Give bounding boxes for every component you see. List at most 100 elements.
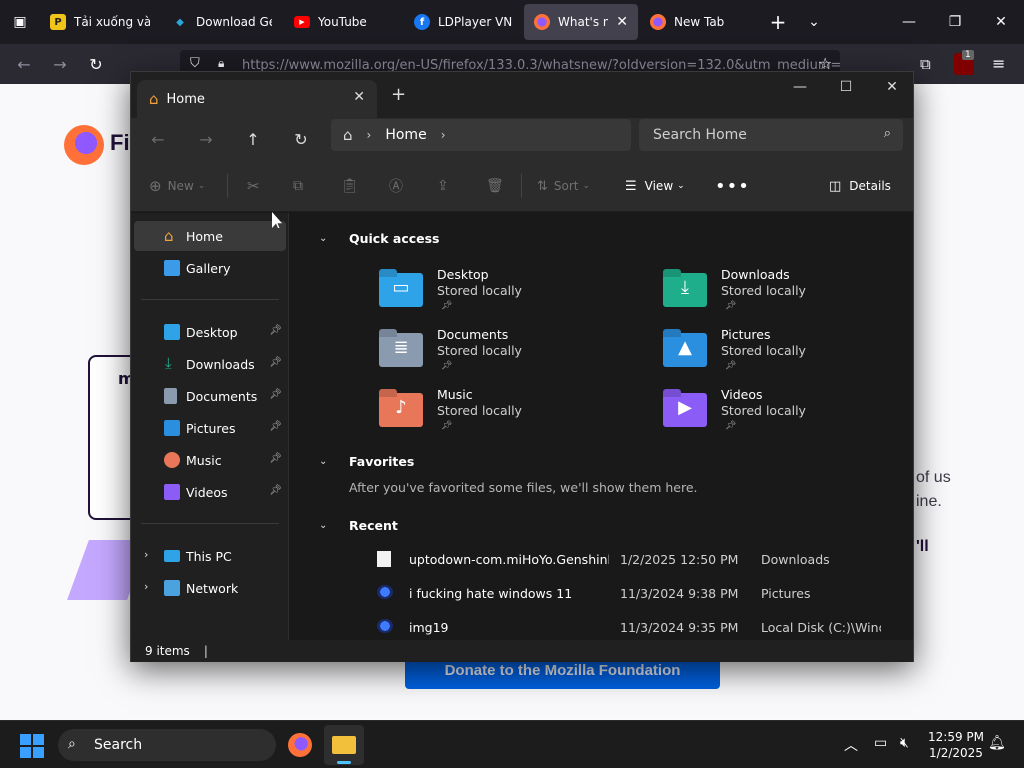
chevron-right-icon[interactable]: › — [441, 128, 446, 142]
close-tab-icon[interactable]: ✕ — [616, 14, 628, 30]
recent-row[interactable]: img19 11/3/2024 9:35 PM Local Disk (C:)\… — [377, 615, 897, 639]
quick-access-desktop[interactable]: ▭ Desktop Stored locally 📌︎ — [379, 267, 639, 323]
chevron-down-icon: ⌄ — [197, 181, 206, 191]
share-icon[interactable]: ⇪ — [437, 174, 449, 198]
taskbar-search[interactable]: ⌕ Search — [58, 729, 276, 761]
nav-item-this-pc[interactable]: › This PC — [134, 541, 286, 571]
copy-icon[interactable]: ⧉ — [293, 174, 303, 198]
minimize-window-button[interactable]: — — [886, 0, 932, 44]
quick-access-downloads[interactable]: ⤓ Downloads Stored locally 📌︎ — [663, 267, 923, 323]
nav-item-documents[interactable]: Documents 📌︎ — [134, 381, 286, 411]
search-input[interactable]: Search Home ⌕ — [639, 119, 903, 151]
details-button[interactable]: ◫ Details — [829, 174, 891, 198]
browser-tab[interactable]: New Tab — [640, 4, 758, 40]
new-button[interactable]: ⊕ New ⌄ — [149, 174, 205, 198]
nav-item-pictures[interactable]: Pictures 📌︎ — [134, 413, 286, 443]
taskbar-firefox[interactable] — [280, 725, 320, 765]
shield-icon[interactable]: ⛉ — [190, 56, 200, 71]
download-icon: ⤓ — [165, 354, 172, 372]
chevron-down-icon: ⌄ — [582, 181, 591, 191]
menu-icon[interactable]: ≡ — [992, 54, 1005, 73]
lock-icon[interactable]: 🔒︎ — [218, 56, 224, 71]
system-clock[interactable]: 12:59 PM 1/2/2025 — [924, 729, 988, 761]
browser-tab[interactable]: P Tải xuống và s — [40, 4, 160, 40]
nav-item-network[interactable]: › Network — [134, 573, 286, 603]
pin-icon[interactable]: 📌︎ — [269, 453, 282, 464]
list-all-tabs-button[interactable]: ⌄ — [796, 14, 832, 30]
explorer-tab-home[interactable]: ⌂ Home ✕ — [137, 80, 377, 118]
address-bar[interactable]: ⌂ › Home › — [331, 119, 631, 151]
close-button[interactable]: ✕ — [869, 72, 915, 102]
browser-tab[interactable]: ◆ Download Ge — [162, 4, 282, 40]
recent-row[interactable]: i fucking hate windows 11 11/3/2024 9:38… — [377, 581, 897, 605]
section-recent[interactable]: ⌄ Recent — [319, 518, 398, 533]
taskbar-search-label: Search — [94, 737, 143, 753]
pin-icon[interactable]: 📌︎ — [269, 389, 282, 400]
reload-button[interactable]: ↻ — [78, 55, 114, 74]
item-status: Stored locally — [437, 283, 522, 298]
taskbar-file-explorer[interactable] — [324, 725, 364, 765]
minimize-button[interactable]: — — [777, 72, 823, 102]
rename-icon[interactable]: Ⓐ — [389, 174, 403, 198]
pin-icon[interactable]: 📌︎ — [269, 325, 282, 336]
extensions-icon[interactable]: ⧉ — [920, 55, 931, 73]
more-options-icon[interactable]: ••• — [715, 174, 750, 198]
quick-access-documents[interactable]: ≣ Documents Stored locally 📌︎ — [379, 327, 639, 383]
nav-item-home[interactable]: ⌂ Home — [134, 221, 286, 251]
item-count: 9 items — [145, 644, 190, 658]
item-status: Stored locally — [437, 343, 522, 358]
nav-item-desktop[interactable]: Desktop 📌︎ — [134, 317, 286, 347]
command-bar: ⊕ New ⌄ ✂ ⧉ 📋︎ Ⓐ ⇪ 🗑︎ ⇅ Sort ⌄ ☰ View ⌄ … — [131, 160, 913, 212]
restore-window-button[interactable]: ❐ — [932, 0, 978, 44]
pin-icon[interactable]: 📌︎ — [269, 421, 282, 432]
tab-list-button[interactable]: ▣ — [0, 0, 40, 44]
nav-item-videos[interactable]: Videos 📌︎ — [134, 477, 286, 507]
section-favorites[interactable]: ⌄ Favorites — [319, 454, 414, 469]
chevron-right-icon[interactable]: › — [144, 548, 148, 561]
recent-row[interactable]: uptodown-com.miHoYo.Genshinl... 1/2/2025… — [377, 547, 897, 571]
volume-muted-icon[interactable]: 🔇︎ — [900, 735, 909, 751]
refresh-button[interactable]: ↻ — [286, 126, 316, 152]
page-text: 'll — [916, 538, 929, 555]
section-quick-access[interactable]: ⌄ Quick access — [319, 231, 440, 246]
notifications-bell-icon[interactable]: 🔔︎ — [988, 735, 1006, 751]
up-button[interactable]: ↑ — [238, 126, 268, 152]
explorer-tab-title: Home — [166, 91, 205, 107]
cut-icon[interactable]: ✂ — [247, 174, 260, 198]
quick-access-videos[interactable]: ▶ Videos Stored locally 📌︎ — [663, 387, 923, 443]
breadcrumb-home[interactable]: Home — [385, 127, 426, 143]
view-button[interactable]: ☰ View ⌄ — [625, 174, 685, 198]
quick-access-pictures[interactable]: ▲ Pictures Stored locally 📌︎ — [663, 327, 923, 383]
start-button-windows-icon[interactable] — [20, 734, 44, 758]
explorer-new-tab-button[interactable]: + — [391, 84, 406, 105]
quick-access-music[interactable]: ♪ Music Stored locally 📌︎ — [379, 387, 639, 443]
forward-button[interactable]: → — [42, 55, 78, 74]
nav-item-downloads[interactable]: ⤓ Downloads 📌︎ — [134, 349, 286, 379]
chevron-right-icon[interactable]: › — [144, 580, 148, 593]
network-status-icon[interactable]: ▭ — [874, 735, 887, 751]
file-location: Pictures — [761, 585, 811, 601]
close-tab-icon[interactable]: ✕ — [353, 89, 365, 105]
back-button[interactable]: ← — [143, 126, 173, 152]
close-window-button[interactable]: ✕ — [978, 0, 1024, 44]
back-button[interactable]: ← — [6, 55, 42, 74]
delete-icon[interactable]: 🗑︎ — [486, 174, 504, 198]
new-tab-button[interactable]: + — [760, 10, 796, 34]
pin-icon[interactable]: 📌︎ — [269, 357, 282, 368]
browser-tab-active[interactable]: What's new ✕ — [524, 4, 638, 40]
forward-button[interactable]: → — [191, 126, 221, 152]
nav-item-gallery[interactable]: Gallery — [134, 253, 286, 283]
maximize-button[interactable]: ☐ — [823, 72, 869, 102]
pictures-icon — [164, 420, 180, 436]
nav-item-music[interactable]: Music 📌︎ — [134, 445, 286, 475]
sort-button[interactable]: ⇅ Sort ⌄ — [537, 174, 590, 198]
browser-tab[interactable]: ▶ YouTube — [284, 4, 402, 40]
divider — [227, 174, 228, 198]
item-status: Stored locally — [721, 403, 806, 418]
section-title: Recent — [349, 518, 398, 533]
chevron-up-icon[interactable]: ︿ — [844, 735, 858, 755]
browser-tab[interactable]: f LDPlayer VN | — [404, 4, 522, 40]
item-status: Stored locally — [721, 343, 806, 358]
paste-icon[interactable]: 📋︎ — [341, 174, 359, 198]
pin-icon[interactable]: 📌︎ — [269, 485, 282, 496]
